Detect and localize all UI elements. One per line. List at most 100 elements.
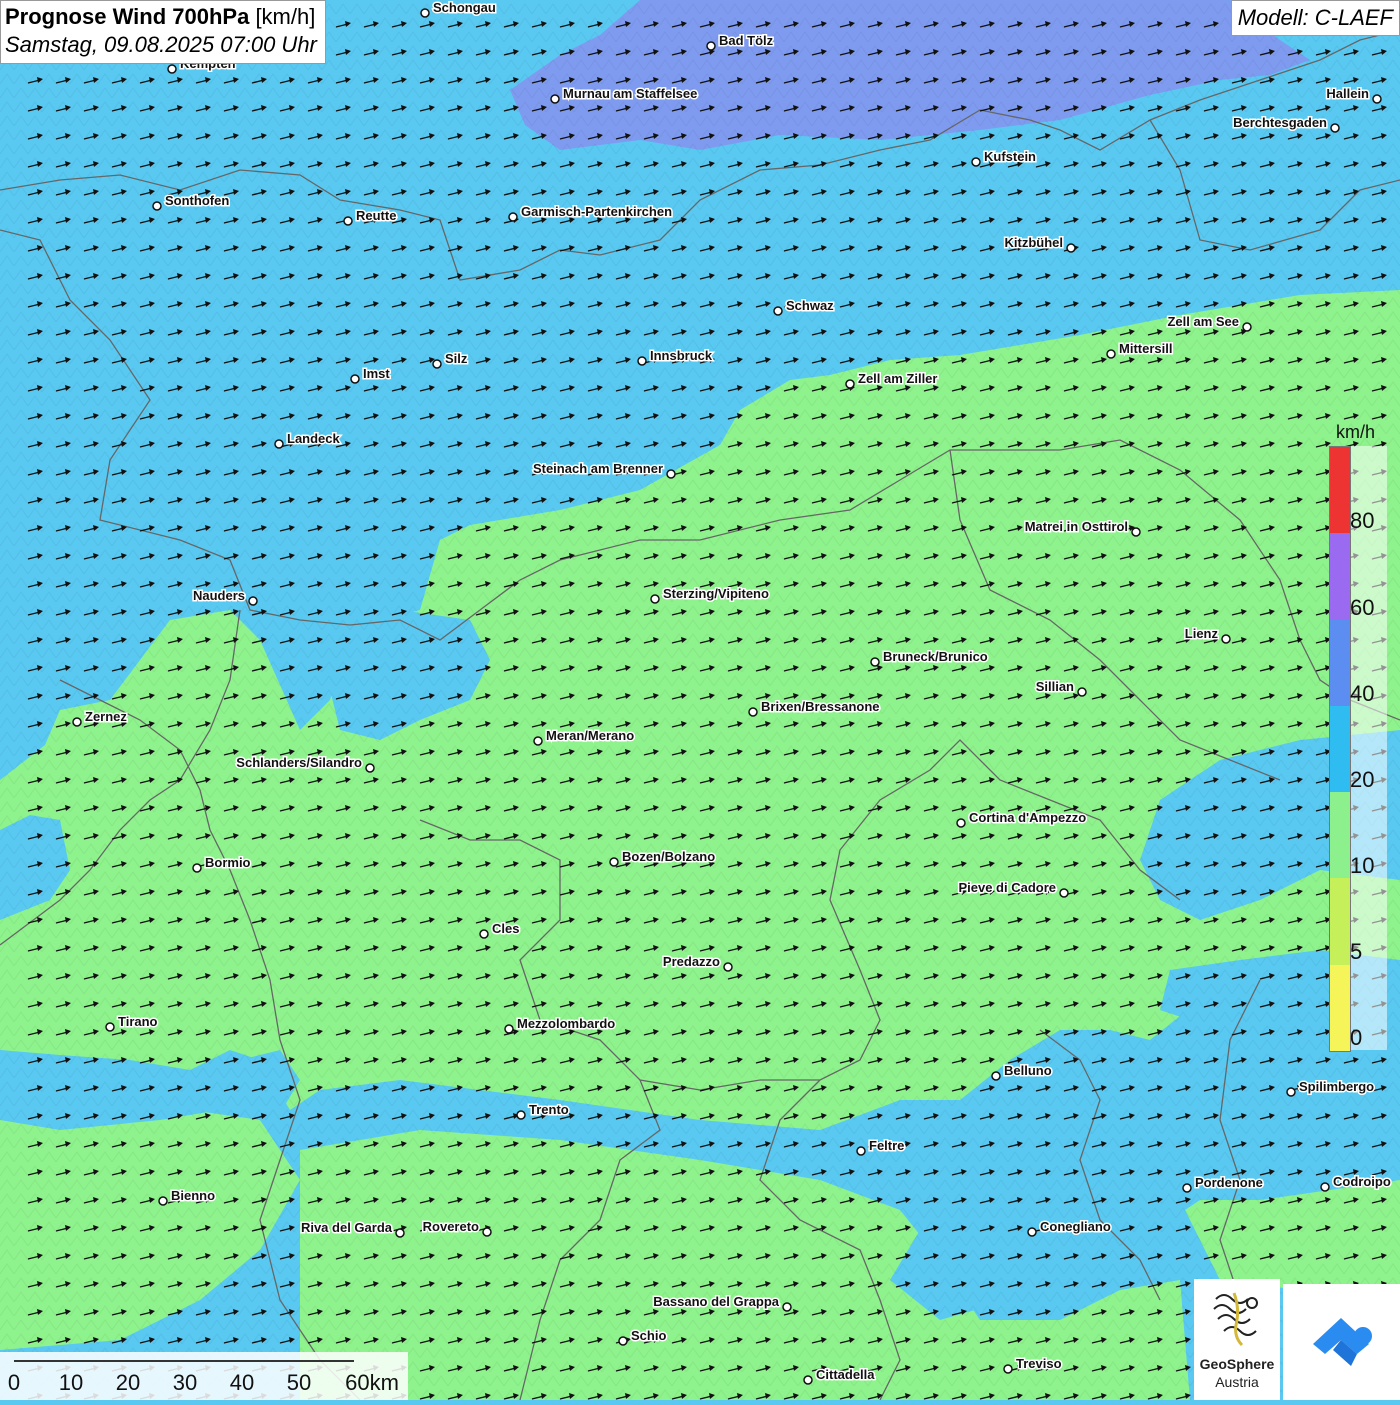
city-marker: Spilimbergo (1286, 1078, 1376, 1097)
city-label: Tirano (118, 1014, 158, 1029)
city-marker: Cortina d'Ampezzo (956, 809, 1088, 828)
city-label: Brixen/Bressanone (761, 699, 880, 714)
city-label: Zell am Ziller (858, 371, 937, 386)
city-label: Schwaz (786, 298, 834, 313)
city-marker: Brixen/Bressanone (748, 698, 881, 717)
legend-tick-label: 0 (1350, 1025, 1363, 1050)
logo-subname: Austria (1215, 1374, 1259, 1390)
city-marker: Schlanders/Silandro (235, 754, 375, 773)
legend-tick-label: 40 (1350, 681, 1375, 706)
city-label: Codroipo (1333, 1174, 1391, 1189)
city-marker: Garmisch-Partenkirchen (508, 203, 674, 222)
weather-app-logo (1283, 1284, 1400, 1400)
legend-unit: km/h (1336, 422, 1376, 442)
city-label: Bassano del Grappa (653, 1294, 779, 1309)
city-label: Riva del Garda (301, 1220, 393, 1235)
city-label: Nauders (193, 588, 245, 603)
city-label: Matrei in Osttirol (1025, 519, 1128, 534)
city-label: Belluno (1004, 1063, 1052, 1078)
city-label: Zell am See (1167, 314, 1239, 329)
city-marker: Berchtesgaden (1232, 114, 1340, 133)
city-label: Murnau am Staffelsee (563, 86, 697, 101)
scale-label: 30 (172, 1370, 198, 1395)
city-marker: Steinach am Brenner (531, 460, 676, 479)
city-label: Bad Tölz (719, 33, 774, 48)
city-label: Pordenone (1195, 1175, 1263, 1190)
city-label: Spilimbergo (1299, 1079, 1374, 1094)
city-label: Predazzo (663, 954, 720, 969)
legend-color-segment (1330, 619, 1350, 706)
city-label: Feltre (869, 1138, 904, 1153)
scale-line (14, 1360, 354, 1362)
color-legend: km/h 80 60 40 20 10 5 0 (1329, 420, 1387, 1052)
legend-tick-label: 5 (1350, 939, 1363, 964)
city-label: Schongau (433, 0, 496, 15)
city-label: Berchtesgaden (1233, 115, 1327, 130)
legend-color-segment (1330, 447, 1350, 534)
city-marker: Pieve di Cadore (957, 879, 1069, 898)
legend-tick-label: 20 (1350, 767, 1375, 792)
legend-tick-label: 60 (1350, 595, 1375, 620)
scale-label: 0 (7, 1370, 21, 1395)
city-marker: Schongau (420, 0, 497, 18)
city-label: Cles (492, 921, 519, 936)
city-label: Pieve di Cadore (958, 880, 1056, 895)
city-marker: Matrei in Osttirol (1023, 518, 1141, 537)
city-label: Innsbruck (650, 348, 713, 363)
city-marker: Conegliano (1027, 1218, 1112, 1237)
city-marker: Bassano del Grappa (652, 1293, 792, 1312)
scale-label: 40 (229, 1370, 255, 1395)
city-label: Bormio (205, 855, 251, 870)
city-marker: Bruneck/Brunico (870, 648, 989, 667)
legend-color-bar (1329, 446, 1351, 1052)
city-label: Treviso (1016, 1356, 1062, 1371)
city-marker: Riva del Garda (299, 1219, 405, 1238)
city-label: Landeck (287, 431, 341, 446)
city-label: Sillian (1036, 679, 1074, 694)
scale-bar: 0 10 20 30 40 50 60km (0, 1352, 408, 1400)
map-title-box: Prognose Wind 700hPa [km/h] Samstag, 09.… (0, 0, 326, 64)
legend-color-segment (1330, 792, 1350, 879)
city-label: Conegliano (1040, 1219, 1111, 1234)
legend-tick-label: 80 (1350, 508, 1375, 533)
cloud-arrow-icon (1313, 1318, 1372, 1366)
city-label: Zernez (85, 709, 127, 724)
scale-label: 20 (115, 1370, 141, 1395)
city-marker: Sonthofen (152, 192, 231, 211)
city-label: Rovereto (423, 1219, 479, 1234)
city-marker: Zell am See (1166, 313, 1252, 332)
map-title: Prognose Wind 700hPa [km/h] (5, 3, 317, 31)
geosphere-icon (1213, 1292, 1258, 1347)
city-marker: Meran/Merano (533, 727, 636, 746)
city-marker: Murnau am Staffelsee (550, 85, 699, 104)
wind-map: SchongauBad TölzKemptenMurnau am Staffel… (0, 0, 1400, 1400)
city-label: Bruneck/Brunico (883, 649, 988, 664)
city-label: Meran/Merano (546, 728, 634, 743)
legend-color-segment (1330, 533, 1350, 620)
scale-label: 50 (286, 1370, 312, 1395)
legend-color-segment (1330, 964, 1350, 1051)
city-label: Sonthofen (165, 193, 229, 208)
city-label: Cortina d'Ampezzo (969, 810, 1086, 825)
geosphere-logo: GeoSphere Austria (1194, 1279, 1280, 1400)
city-marker: Innsbruck (637, 347, 714, 366)
city-label: Cittadella (816, 1367, 875, 1382)
city-label: Hallein (1326, 86, 1369, 101)
scale-label: 10 (58, 1370, 84, 1395)
city-label: Schlanders/Silandro (236, 755, 362, 770)
city-marker: Pordenone (1182, 1174, 1264, 1193)
city-label: Lienz (1185, 626, 1219, 641)
city-marker: Sterzing/Vipiteno (650, 585, 770, 604)
city-label: Garmisch-Partenkirchen (521, 204, 672, 219)
city-label: Trento (529, 1102, 569, 1117)
map-title-unit: [km/h] (255, 4, 316, 29)
city-label: Mittersill (1119, 341, 1172, 356)
map-title-bold: Prognose Wind 700hPa (5, 4, 250, 29)
city-label: Steinach am Brenner (533, 461, 663, 476)
city-label: Mezzolombardo (517, 1016, 615, 1031)
city-label: Kufstein (984, 149, 1036, 164)
city-label: Reutte (356, 208, 396, 223)
city-marker: Bozen/Bolzano (609, 848, 717, 867)
city-label: Silz (445, 351, 468, 366)
city-label: Kitzbühel (1005, 235, 1064, 250)
